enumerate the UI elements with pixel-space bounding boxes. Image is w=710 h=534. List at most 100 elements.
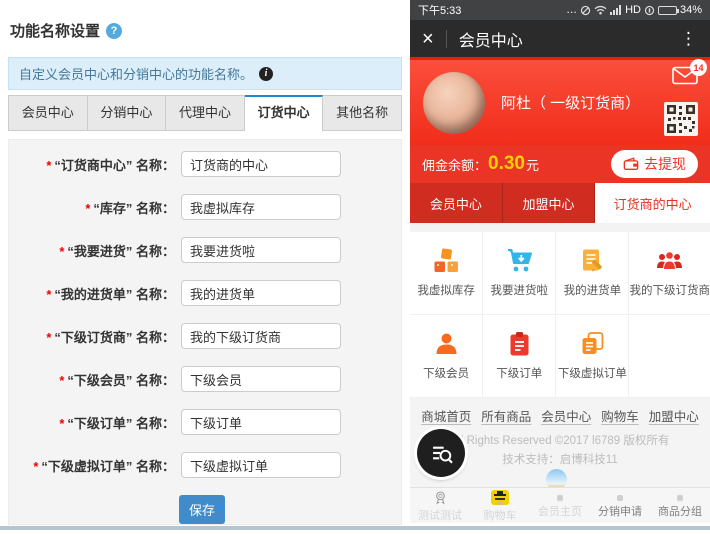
footer-links: 商城首页所有商品会员中心购物车加盟中心 bbox=[410, 406, 710, 425]
person-icon bbox=[433, 331, 460, 357]
grid-item-sub-suppliers[interactable]: 我的下级订货商 bbox=[629, 232, 710, 315]
bottom-nav-member-home[interactable]: 会员主页 bbox=[530, 488, 590, 523]
save-button[interactable]: 保存 bbox=[179, 495, 225, 524]
bottom-nav-test[interactable]: 测试测试 bbox=[410, 488, 470, 523]
required-marker: * bbox=[59, 416, 64, 431]
required-marker: * bbox=[46, 287, 51, 302]
window-bottom-edge bbox=[0, 526, 710, 530]
close-icon[interactable]: × bbox=[422, 29, 434, 49]
phone-tab-member-center[interactable]: 会员中心 bbox=[410, 183, 503, 223]
mail-icon[interactable]: 14 bbox=[670, 66, 698, 88]
vibrate-icon bbox=[644, 5, 655, 16]
grid-item-sub-orders[interactable]: 下级订单 bbox=[483, 315, 556, 398]
sub-supplier-name-input[interactable] bbox=[181, 323, 341, 349]
tab-other-names[interactable]: 其他名称 bbox=[323, 95, 402, 131]
mail-badge: 14 bbox=[690, 59, 707, 76]
purchase-order-name-input[interactable] bbox=[181, 280, 341, 306]
status-icons: … HD 34% bbox=[566, 4, 702, 16]
withdraw-button[interactable]: 去提现 bbox=[611, 150, 698, 178]
bottom-nav-label: 购物车 bbox=[484, 507, 517, 523]
form-row: *“下级订货商” 名称： bbox=[9, 323, 401, 349]
bottom-nav-product-groups[interactable]: 商品分组 bbox=[650, 488, 710, 523]
notice-bar: 自定义会员中心和分销中心的功能名称。 i bbox=[8, 57, 402, 90]
avatar[interactable] bbox=[423, 72, 485, 134]
tab-agent-center[interactable]: 代理中心 bbox=[166, 95, 245, 131]
qr-code-icon[interactable] bbox=[664, 102, 698, 141]
purchase-name-input[interactable] bbox=[181, 237, 341, 263]
field-label: *“下级虚拟订单” 名称： bbox=[9, 456, 175, 475]
avatar-sticker-icon bbox=[491, 490, 509, 505]
cart-icon bbox=[506, 248, 533, 274]
bottom-nav-distribution-apply[interactable]: 分销申请 bbox=[590, 488, 650, 523]
doc-pencil-icon bbox=[579, 248, 606, 274]
grid-item-purchase[interactable]: 我要进货啦 bbox=[483, 232, 556, 315]
help-icon[interactable]: ? bbox=[106, 23, 122, 39]
name-settings-form: *“订货商中心” 名称： *“库存” 名称： *“我要进货” 名称： *“我的进… bbox=[8, 139, 402, 525]
floating-search-button[interactable] bbox=[417, 429, 465, 477]
profile-header: 阿杜（ 一级订货商） 14 bbox=[410, 57, 710, 145]
form-row: *“下级订单” 名称： bbox=[9, 409, 401, 435]
user-name: 阿杜（ 一级订货商） bbox=[501, 92, 640, 113]
phone-tab-franchise-center[interactable]: 加盟中心 bbox=[503, 183, 596, 223]
header-icons: 14 bbox=[658, 66, 698, 141]
section-gap bbox=[410, 223, 710, 232]
field-label: *“下级会员” 名称： bbox=[9, 370, 175, 389]
footer-link-franchise-center[interactable]: 加盟中心 bbox=[649, 410, 699, 424]
inventory-name-input[interactable] bbox=[181, 194, 341, 220]
sub-order-name-input[interactable] bbox=[181, 409, 341, 435]
notice-text: 自定义会员中心和分销中心的功能名称。 bbox=[19, 64, 253, 83]
wifi-icon bbox=[594, 5, 607, 15]
field-label: *“我的进货单” 名称： bbox=[9, 284, 175, 303]
screenshot-stage: 功能名称设置 ? 自定义会员中心和分销中心的功能名称。 i 会员中心 分销中心 … bbox=[0, 0, 710, 534]
grid-item-label: 下级虚拟订单 bbox=[558, 365, 627, 381]
form-row: *“我的进货单” 名称： bbox=[9, 280, 401, 306]
page-title-row: 功能名称设置 ? bbox=[10, 20, 410, 41]
footer-link-cart[interactable]: 购物车 bbox=[601, 410, 639, 424]
bottom-nav-label: 商品分组 bbox=[658, 503, 702, 519]
grid-item-label: 下级会员 bbox=[423, 365, 469, 381]
placeholder-dot-icon bbox=[557, 495, 563, 501]
phone-preview: 下午5:33 … HD 34% × 会员中心 ⋮ 阿杜（ 一级订货商） bbox=[410, 0, 710, 526]
page-header-title: 会员中心 bbox=[459, 27, 523, 51]
grid-item-virtual-inventory[interactable]: 我虚拟库存 bbox=[410, 232, 483, 315]
grid-item-purchase-order[interactable]: 我的进货单 bbox=[556, 232, 629, 315]
page-title: 功能名称设置 bbox=[10, 20, 100, 41]
tab-order-center[interactable]: 订货中心 bbox=[245, 95, 324, 131]
grid-item-sub-members[interactable]: 下级会员 bbox=[410, 315, 483, 398]
more-menu-icon[interactable]: ⋮ bbox=[680, 29, 698, 49]
info-icon[interactable]: i bbox=[259, 67, 273, 81]
phone-tab-bar: 会员中心 加盟中心 订货商的中心 bbox=[410, 183, 710, 223]
required-marker: * bbox=[85, 201, 90, 216]
tab-member-center[interactable]: 会员中心 bbox=[8, 95, 88, 131]
grid-item-sub-virtual-orders[interactable]: 下级虚拟订单 bbox=[556, 315, 629, 398]
form-row: *“订货商中心” 名称： bbox=[9, 151, 401, 177]
grid-item-label: 下级订单 bbox=[496, 365, 542, 381]
sub-virtual-order-name-input[interactable] bbox=[181, 452, 341, 478]
clipboard-icon bbox=[506, 331, 533, 357]
stacked-docs-icon bbox=[579, 331, 606, 357]
tab-distribution-center[interactable]: 分销中心 bbox=[88, 95, 167, 131]
wallet-icon bbox=[623, 157, 639, 171]
bottom-nav-cart[interactable]: 购物车 bbox=[470, 488, 530, 523]
footer-link-all-products[interactable]: 所有商品 bbox=[481, 410, 531, 424]
list-search-icon bbox=[426, 438, 456, 468]
form-row: *“库存” 名称： bbox=[9, 194, 401, 220]
order-supplier-center-name-input[interactable] bbox=[181, 151, 341, 177]
footer-link-mall-home[interactable]: 商城首页 bbox=[421, 410, 471, 424]
required-marker: * bbox=[33, 459, 38, 474]
footer-link-member-center[interactable]: 会员中心 bbox=[541, 410, 591, 424]
medal-icon bbox=[432, 490, 449, 505]
phone-tab-supplier-center[interactable]: 订货商的中心 bbox=[595, 183, 710, 223]
battery-percent: 34% bbox=[680, 4, 702, 16]
app-nav-bar: × 会员中心 ⋮ bbox=[410, 20, 710, 57]
grid-item-label: 我要进货啦 bbox=[490, 282, 548, 298]
sub-member-name-input[interactable] bbox=[181, 366, 341, 392]
admin-tab-bar: 会员中心 分销中心 代理中心 订货中心 其他名称 bbox=[8, 95, 402, 131]
signal-icon bbox=[610, 5, 622, 15]
form-row: *“我要进货” 名称： bbox=[9, 237, 401, 263]
required-marker: * bbox=[46, 330, 51, 345]
form-row: *“下级会员” 名称： bbox=[9, 366, 401, 392]
battery-icon bbox=[658, 6, 677, 15]
placeholder-dot-icon bbox=[677, 495, 683, 501]
grid-item-empty bbox=[629, 315, 710, 398]
